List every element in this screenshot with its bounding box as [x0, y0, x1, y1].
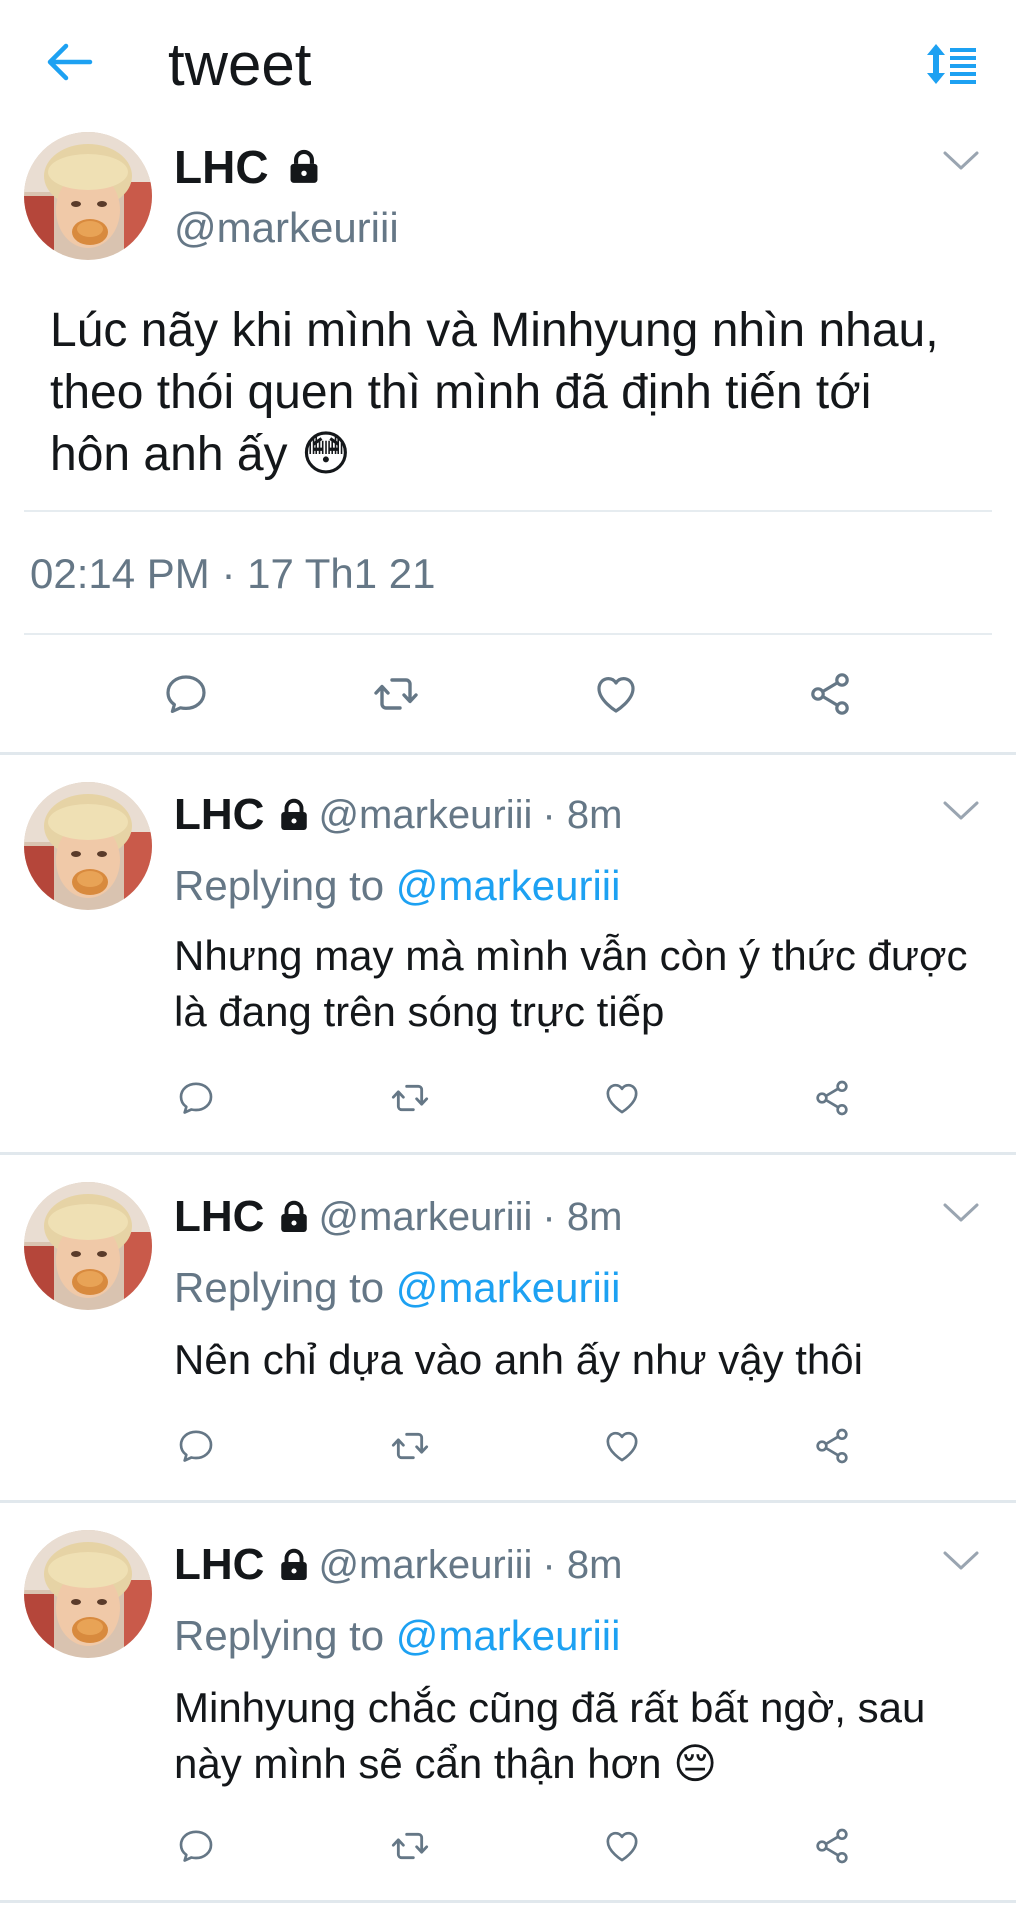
like-heart-icon[interactable] [602, 1078, 642, 1123]
reply-icon[interactable] [176, 1426, 216, 1471]
author-name[interactable]: LHC [174, 1192, 264, 1242]
lock-icon [276, 1547, 312, 1583]
chevron-down-icon[interactable] [942, 800, 980, 827]
author-name[interactable]: LHC [174, 140, 269, 194]
avatar[interactable] [24, 132, 152, 260]
reply-text: Minhyung chắc cũng đã rất bất ngờ, sau n… [174, 1684, 926, 1787]
author-handle[interactable]: @markeuriii [318, 793, 532, 838]
lock-icon [285, 148, 323, 186]
author-handle[interactable]: @markeuriii [318, 1543, 532, 1588]
replying-to-link[interactable]: @markeuriii [396, 1612, 621, 1659]
avatar[interactable] [24, 1530, 152, 1658]
reply-icon[interactable] [162, 670, 210, 723]
reply-header: LHC @markeuriii · 8m [174, 790, 622, 840]
lock-icon [276, 797, 312, 833]
back-arrow-icon[interactable] [44, 42, 94, 82]
chevron-down-icon[interactable] [942, 1550, 980, 1577]
retweet-icon[interactable] [390, 1078, 430, 1123]
retweet-icon[interactable] [390, 1826, 430, 1871]
avatar[interactable] [24, 1182, 152, 1310]
tweet-timestamp[interactable]: 02:14 PM · 17 Th1 21 [30, 550, 435, 598]
avatar[interactable] [24, 782, 152, 910]
author-name[interactable]: LHC [174, 790, 264, 840]
like-heart-icon[interactable] [602, 1426, 642, 1471]
page-title: tweet [168, 31, 312, 98]
retweet-icon[interactable] [390, 1426, 430, 1471]
replying-to: Replying to @markeuriii [174, 1264, 621, 1311]
sort-list-icon[interactable] [924, 42, 978, 86]
replying-to-link[interactable]: @markeuriii [396, 862, 621, 909]
replying-to-link[interactable]: @markeuriii [396, 1264, 621, 1311]
reply-icon[interactable] [176, 1078, 216, 1123]
replying-to: Replying to @markeuriii [174, 862, 621, 909]
reply-header: LHC @markeuriii · 8m [174, 1540, 622, 1590]
reply-text: Nên chỉ dựa vào anh ấy như vậy thôi [174, 1336, 863, 1383]
tweet-text: Lúc nãy khi mình và Minhyung nhìn nhau, … [50, 304, 939, 481]
chevron-down-icon[interactable] [942, 150, 980, 177]
share-icon[interactable] [812, 1078, 852, 1123]
flushed-face-emoji: 😳 [300, 428, 351, 481]
replying-to: Replying to @markeuriii [174, 1612, 621, 1659]
pensive-face-emoji: 😔 [673, 1740, 717, 1787]
reply-icon[interactable] [176, 1826, 216, 1871]
like-heart-icon[interactable] [592, 670, 640, 723]
retweet-icon[interactable] [372, 670, 420, 723]
reply-header: LHC @markeuriii · 8m [174, 1192, 622, 1242]
chevron-down-icon[interactable] [942, 1202, 980, 1229]
lock-icon [276, 1199, 312, 1235]
author-name[interactable]: LHC [174, 1540, 264, 1590]
like-heart-icon[interactable] [602, 1826, 642, 1871]
share-icon[interactable] [812, 1426, 852, 1471]
author-name-row: LHC [174, 140, 323, 194]
author-handle[interactable]: @markeuriii [318, 1195, 532, 1240]
share-icon[interactable] [812, 1826, 852, 1871]
tweet-age: · 8m [542, 1542, 623, 1587]
author-handle[interactable]: @markeuriii [174, 204, 399, 252]
tweet-age: · 8m [542, 1194, 623, 1239]
reply-text: Nhưng may mà mình vẫn còn ý thức được là… [174, 932, 968, 1035]
tweet-age: · 8m [542, 792, 623, 837]
share-icon[interactable] [806, 670, 854, 723]
